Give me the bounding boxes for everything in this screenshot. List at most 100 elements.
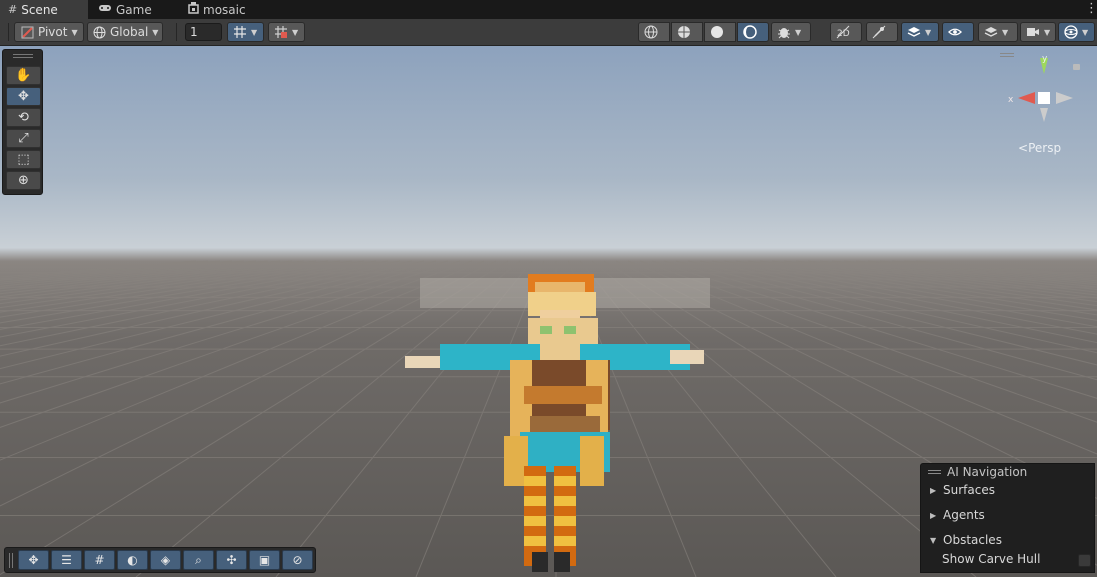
toolbar-divider: [8, 23, 9, 41]
ai-navigation-title: AI Navigation: [947, 465, 1028, 479]
layers-icon: [984, 25, 998, 39]
grid-icon: #: [94, 553, 105, 567]
tab-mosaic-label: mosaic: [203, 2, 246, 17]
camera-icon: ▣: [258, 553, 271, 567]
overlay-camera-button[interactable]: ▣: [249, 550, 280, 570]
nav-item-obstacles[interactable]: ▼ Obstacles: [930, 533, 1002, 547]
nav-item-label: Surfaces: [943, 483, 995, 497]
scale-tool-button[interactable]: ⤢: [6, 129, 41, 148]
grid-snap-toggle[interactable]: ▼: [227, 22, 264, 42]
gizmo-sphere-icon: [1064, 25, 1078, 39]
pivot-dropdown[interactable]: Pivot ▼: [14, 22, 84, 42]
wireframe-shading-button[interactable]: [638, 22, 670, 42]
overlay-grid-button[interactable]: #: [84, 550, 115, 570]
hand-icon: ✋: [15, 68, 32, 83]
more-options-icon[interactable]: ⋮: [1085, 1, 1097, 17]
moon-sphere-icon: [743, 25, 757, 39]
shaded-sphere-icon: [710, 25, 724, 39]
persp-label: Persp: [1028, 141, 1062, 155]
collapse-arrow-icon: ▼: [930, 535, 937, 545]
tab-mosaic[interactable]: mosaic: [180, 0, 260, 19]
pivot-label: Pivot: [38, 25, 68, 39]
scene-toolbar: Pivot ▼ Global ▼ 1 ▼ ▼ ▼ 2D ▼ ▼ ▼ ▼: [0, 19, 1097, 46]
hand-tool-button[interactable]: ✋: [6, 66, 41, 85]
nav-item-surfaces[interactable]: ▶ Surfaces: [930, 483, 995, 497]
overlay-search-button[interactable]: ⌕: [183, 550, 214, 570]
overlay-move-button[interactable]: ✥: [18, 550, 49, 570]
debug-draw-mode-dropdown[interactable]: ▼: [771, 22, 811, 42]
x-axis-cone: [1018, 92, 1035, 104]
tab-scene-label: Scene: [21, 2, 58, 17]
tools-overlay: ✋ ✥ ⟲ ⤢ ⬚ ⊕: [2, 49, 43, 195]
nav-item-agents[interactable]: ▶ Agents: [930, 508, 985, 522]
nav-item-label: Agents: [943, 508, 985, 522]
transform-all-icon: ⊕: [18, 173, 29, 188]
overlay-align-button[interactable]: ☰: [51, 550, 82, 570]
global-dropdown[interactable]: Global ▼: [87, 22, 163, 42]
scene-tab-bar: # Scene Game mosaic ⋮: [0, 0, 1097, 19]
lighting-shading-button[interactable]: [737, 22, 769, 42]
moon-sphere-icon: ◐: [127, 553, 138, 567]
scale-icon: ⤢: [18, 131, 29, 146]
shaded-button[interactable]: [704, 22, 736, 42]
transform-tool-button[interactable]: ⊕: [6, 171, 41, 190]
mosaic-character-model[interactable]: [400, 226, 710, 576]
camera-settings-dropdown[interactable]: ▼: [1020, 22, 1056, 42]
chevron-down-icon: ▼: [71, 27, 78, 37]
show-carve-hull-checkbox[interactable]: [1078, 554, 1091, 567]
light-off-icon: [872, 25, 886, 39]
2d-toggle-button[interactable]: 2D: [830, 22, 862, 42]
scene-visibility-toggle[interactable]: [942, 22, 974, 42]
chevron-down-icon: ▼: [1002, 27, 1009, 37]
chevron-down-icon: ▼: [152, 27, 159, 37]
search-icon: ⌕: [195, 552, 202, 567]
increment-snap-dropdown[interactable]: ▼: [268, 22, 305, 42]
tab-game[interactable]: Game: [90, 0, 170, 19]
layers-icon: ◈: [160, 553, 171, 567]
scene-viewport[interactable]: ✋ ✥ ⟲ ⤢ ⬚ ⊕ y x <Persp ✥ ☰ # ◐ ◈ ⌕ ✣ ▣ ⊘…: [0, 46, 1097, 577]
move-arrows-icon: ✥: [28, 553, 39, 567]
projection-toggle[interactable]: <Persp: [1018, 141, 1061, 155]
drag-handle[interactable]: [928, 470, 941, 474]
global-label: Global: [110, 25, 149, 39]
shaded-wireframe-button[interactable]: [671, 22, 703, 42]
rect-transform-icon: ⬚: [17, 152, 30, 167]
show-carve-hull-label: Show Carve Hull: [942, 552, 1041, 566]
overlay-layers-button[interactable]: ◈: [150, 550, 181, 570]
rect-tool-button[interactable]: ⬚: [6, 150, 41, 169]
scene-effects-dropdown[interactable]: ▼: [901, 22, 939, 42]
drag-handle[interactable]: [13, 54, 33, 58]
ai-navigation-panel: AI Navigation ▶ Surfaces ▶ Agents ▼ Obst…: [920, 463, 1095, 573]
layers-dropdown[interactable]: ▼: [978, 22, 1018, 42]
pivot-arrows-icon: ✣: [226, 553, 237, 567]
scene-lighting-toggle[interactable]: [866, 22, 898, 42]
move-arrows-icon: ✥: [18, 89, 29, 104]
chevron-down-icon: ▼: [925, 27, 932, 37]
wireframe-sphere-icon: [644, 25, 658, 39]
rotate-icon: ⟲: [18, 110, 29, 125]
chevron-down-icon: ▼: [292, 27, 299, 37]
gizmos-dropdown[interactable]: ▼: [1058, 22, 1095, 42]
nav-item-label: Obstacles: [943, 533, 1002, 547]
overlay-compass-button[interactable]: ⊘: [282, 550, 313, 570]
grid-snap-input[interactable]: 1: [185, 23, 222, 41]
drag-handle[interactable]: [9, 553, 13, 568]
overlay-shading-button[interactable]: ◐: [117, 550, 148, 570]
shaded-wireframe-icon: [677, 25, 691, 39]
move-tool-button[interactable]: ✥: [6, 87, 41, 106]
pivot-icon: [20, 25, 34, 39]
expand-arrow-icon: ▶: [930, 510, 937, 520]
gizmo-y-label: y: [1042, 54, 1048, 64]
chevron-down-icon: ▼: [1082, 27, 1089, 37]
tab-scene[interactable]: # Scene: [0, 0, 88, 19]
rotate-tool-button[interactable]: ⟲: [6, 108, 41, 127]
lock-icon: [1073, 64, 1080, 70]
gamepad-icon: [98, 3, 112, 16]
2d-mode-icon: 2D: [836, 25, 850, 39]
globe-icon: [93, 25, 106, 39]
tab-game-label: Game: [116, 2, 152, 17]
chevron-down-icon: ▼: [795, 27, 802, 37]
overlay-pivot-button[interactable]: ✣: [216, 550, 247, 570]
grid-hash-icon: #: [8, 3, 18, 16]
video-camera-icon: [1026, 25, 1040, 39]
